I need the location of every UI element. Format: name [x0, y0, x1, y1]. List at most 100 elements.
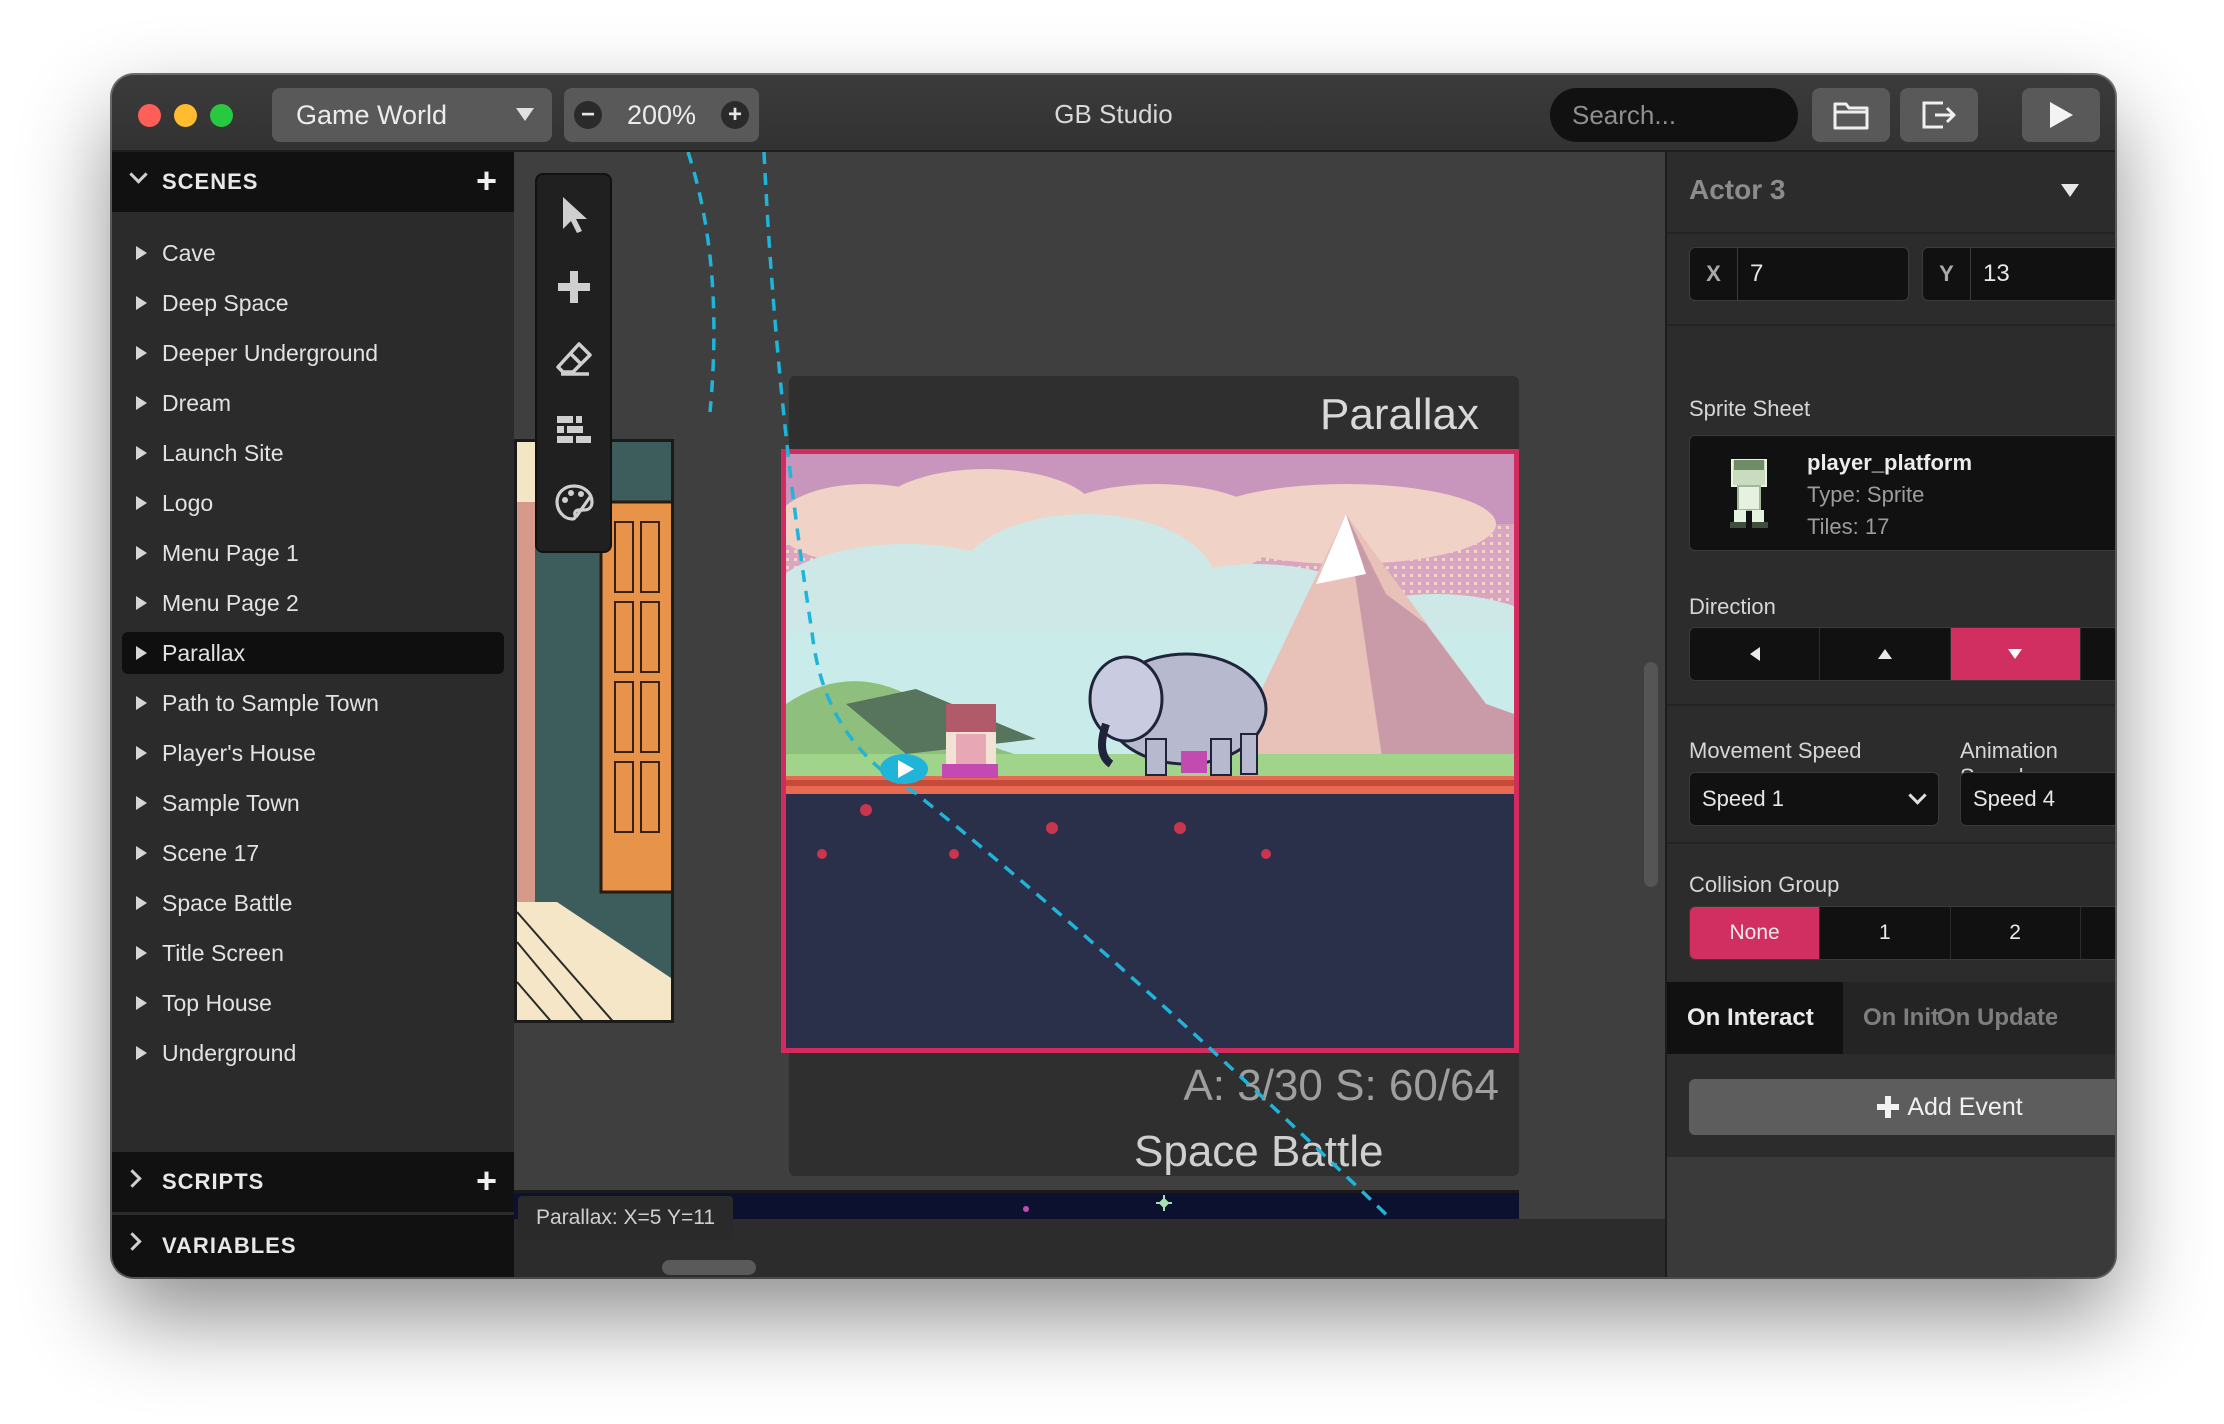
scene-item[interactable]: Top House: [122, 982, 504, 1024]
scene-item-label: Title Screen: [162, 939, 284, 966]
export-button[interactable]: [1900, 88, 1978, 142]
add-scene-button[interactable]: +: [476, 163, 498, 199]
player-sprite: [942, 704, 998, 778]
scenes-section-header[interactable]: SCENES +: [112, 152, 514, 212]
actor-menu-dropdown-icon[interactable]: [2061, 184, 2079, 197]
actor-name-field[interactable]: Actor 3: [1689, 174, 1785, 206]
y-value: 13: [1983, 260, 2010, 287]
expand-triangle-icon: [136, 746, 147, 760]
vertical-scrollbar[interactable]: [1644, 662, 1658, 887]
expand-triangle-icon: [136, 796, 147, 810]
expand-triangle-icon: [136, 396, 147, 410]
scene-item[interactable]: Sample Town: [122, 782, 504, 824]
horizontal-scrollbar[interactable]: [662, 1260, 756, 1275]
play-icon: [2050, 102, 2073, 128]
open-folder-button[interactable]: [1812, 88, 1890, 142]
title-bar: Game World − 200% + GB Studio: [112, 75, 2115, 152]
scene-item-label: Deep Space: [162, 289, 289, 316]
cursor-arrow-icon: [562, 197, 587, 233]
expand-triangle-icon: [136, 896, 147, 910]
scene-item[interactable]: Menu Page 2: [122, 582, 504, 624]
tool-palette: [535, 173, 612, 553]
brick-wall-icon: [556, 416, 591, 443]
collision-2-button[interactable]: 2: [1951, 907, 2081, 959]
add-event-button[interactable]: Add Event: [1689, 1079, 2115, 1135]
sprite-sheet-selector[interactable]: player_platform Type: Sprite Tiles: 17: [1689, 435, 2115, 551]
scene-item-label: Space Battle: [162, 889, 293, 916]
expand-triangle-icon: [136, 996, 147, 1010]
direction-right-button[interactable]: [2081, 628, 2115, 680]
scene-item[interactable]: Launch Site: [122, 432, 504, 474]
scene-item[interactable]: Space Battle: [122, 882, 504, 924]
search-input[interactable]: [1550, 88, 1798, 142]
scene-item[interactable]: Scene 17: [122, 832, 504, 874]
add-actor-tool-button[interactable]: [537, 251, 610, 323]
sprite-type: Type: Sprite: [1807, 482, 1925, 507]
scene-item-label: Dream: [162, 389, 232, 416]
plus-icon: [1877, 1096, 1900, 1118]
scene-item-label: Launch Site: [162, 439, 284, 466]
collision-tool-button[interactable]: [537, 395, 610, 467]
x-coordinate-field[interactable]: X 7: [1689, 247, 1909, 301]
direction-up-button[interactable]: [1820, 628, 1951, 680]
scene-item[interactable]: Path to Sample Town: [122, 682, 504, 724]
tab-on-update[interactable]: On Update: [1917, 982, 2057, 1054]
scene-item[interactable]: Title Screen: [122, 932, 504, 974]
scene-title: Parallax: [1320, 390, 1479, 439]
parallax-scene-artwork: [786, 454, 1514, 1048]
scene-item[interactable]: Logo: [122, 482, 504, 524]
scene-card-parallax[interactable]: Parallax A: 3/30 S: 60/64: [781, 376, 1519, 1176]
export-icon: [1922, 101, 1956, 129]
scene-item-selected[interactable]: Parallax: [122, 632, 504, 674]
navigator-sidebar: SCENES + Cave Deep Space Deeper Undergro…: [112, 152, 514, 1277]
world-canvas[interactable]: Parallax A: 3/30 S: 60/64 Space Battle P…: [514, 152, 1665, 1277]
sprite-sheet-label: Sprite Sheet: [1689, 396, 1811, 421]
add-script-button[interactable]: +: [476, 1163, 498, 1199]
animation-speed-value: Speed 4: [1973, 786, 2055, 811]
paint-tool-button[interactable]: [537, 467, 610, 539]
y-coordinate-field[interactable]: Y 13: [1922, 247, 2115, 301]
palette-icon: [554, 484, 594, 521]
inspector-panel: Actor 3 X 7 Y 13 Sprite Sheet player_pla…: [1665, 152, 2115, 1277]
animation-speed-select[interactable]: Speed 4: [1960, 772, 2115, 826]
expand-triangle-icon: [136, 496, 147, 510]
scene-item[interactable]: Menu Page 1: [122, 532, 504, 574]
script-tabs: On Interact On Init On Update: [1667, 982, 2115, 1054]
scene-item-label: Cave: [162, 239, 216, 266]
eraser-icon: [555, 342, 592, 376]
collision-1-button[interactable]: 1: [1820, 907, 1951, 959]
direction-down-button[interactable]: [1950, 628, 2081, 680]
sprite-name: player_platform: [1807, 450, 1973, 475]
collision-none-button[interactable]: None: [1690, 907, 1821, 959]
expand-triangle-icon: [136, 346, 147, 360]
scene-item-label: Deeper Underground: [162, 339, 379, 366]
chevron-right-icon: [123, 1232, 142, 1251]
select-tool-button[interactable]: [537, 179, 610, 251]
cursor-coordinates-tooltip: Parallax: X=5 Y=11: [518, 1196, 734, 1240]
play-button[interactable]: [2022, 88, 2100, 142]
scene-item[interactable]: Dream: [122, 382, 504, 424]
scene-item[interactable]: Underground: [122, 1032, 504, 1074]
scene-item[interactable]: Player's House: [122, 732, 504, 774]
scene-item-label: Top House: [162, 989, 272, 1016]
eraser-tool-button[interactable]: [537, 323, 610, 395]
scene-item[interactable]: Deep Space: [122, 282, 504, 324]
expand-triangle-icon: [136, 696, 147, 710]
direction-left-button[interactable]: [1690, 628, 1821, 680]
expand-triangle-icon: [136, 296, 147, 310]
chevron-down-icon: [1908, 786, 1927, 805]
collision-3-button[interactable]: 3: [2081, 907, 2115, 959]
scenes-header-label: SCENES: [162, 169, 259, 194]
triangle-left-icon: [1749, 647, 1760, 661]
movement-speed-select[interactable]: Speed 1: [1689, 772, 1939, 826]
variables-section-header[interactable]: VARIABLES: [112, 1215, 514, 1277]
tab-on-interact[interactable]: On Interact: [1667, 982, 1843, 1054]
variables-header-label: VARIABLES: [162, 1233, 297, 1258]
sprite-preview-image: [1730, 459, 1768, 528]
movement-speed-label: Movement Speed: [1689, 738, 1862, 763]
scene-image[interactable]: [781, 449, 1519, 1053]
scene-item[interactable]: Deeper Underground: [122, 332, 504, 374]
scene-item[interactable]: Cave: [122, 232, 504, 274]
scene-item-label: Player's House: [162, 739, 316, 766]
scripts-section-header[interactable]: SCRIPTS +: [112, 1152, 514, 1212]
